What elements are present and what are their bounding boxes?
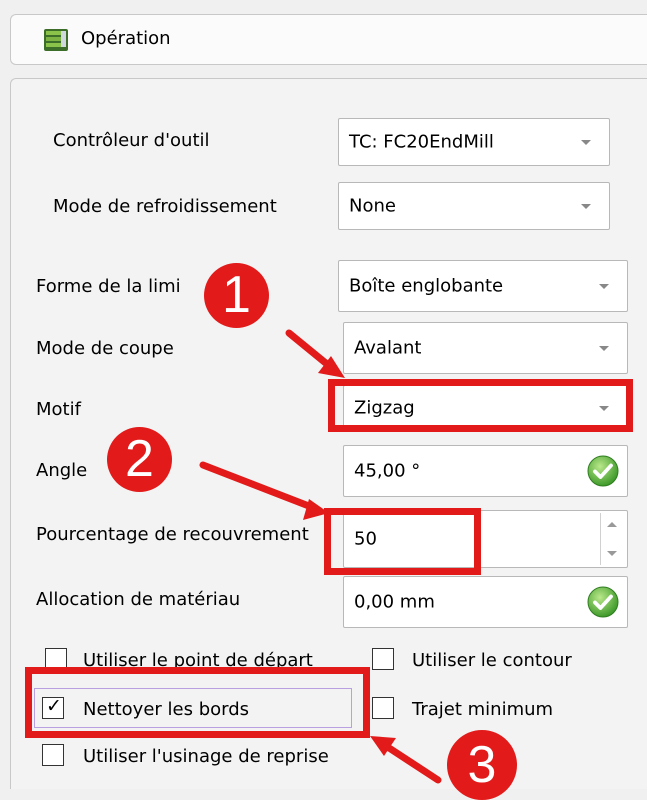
annotation-badge-1: 1 bbox=[204, 263, 269, 328]
annotation-arrows bbox=[199, 329, 442, 784]
annotation-badge-2: 2 bbox=[107, 427, 172, 492]
annotation-badge-3: 3 bbox=[447, 730, 517, 800]
